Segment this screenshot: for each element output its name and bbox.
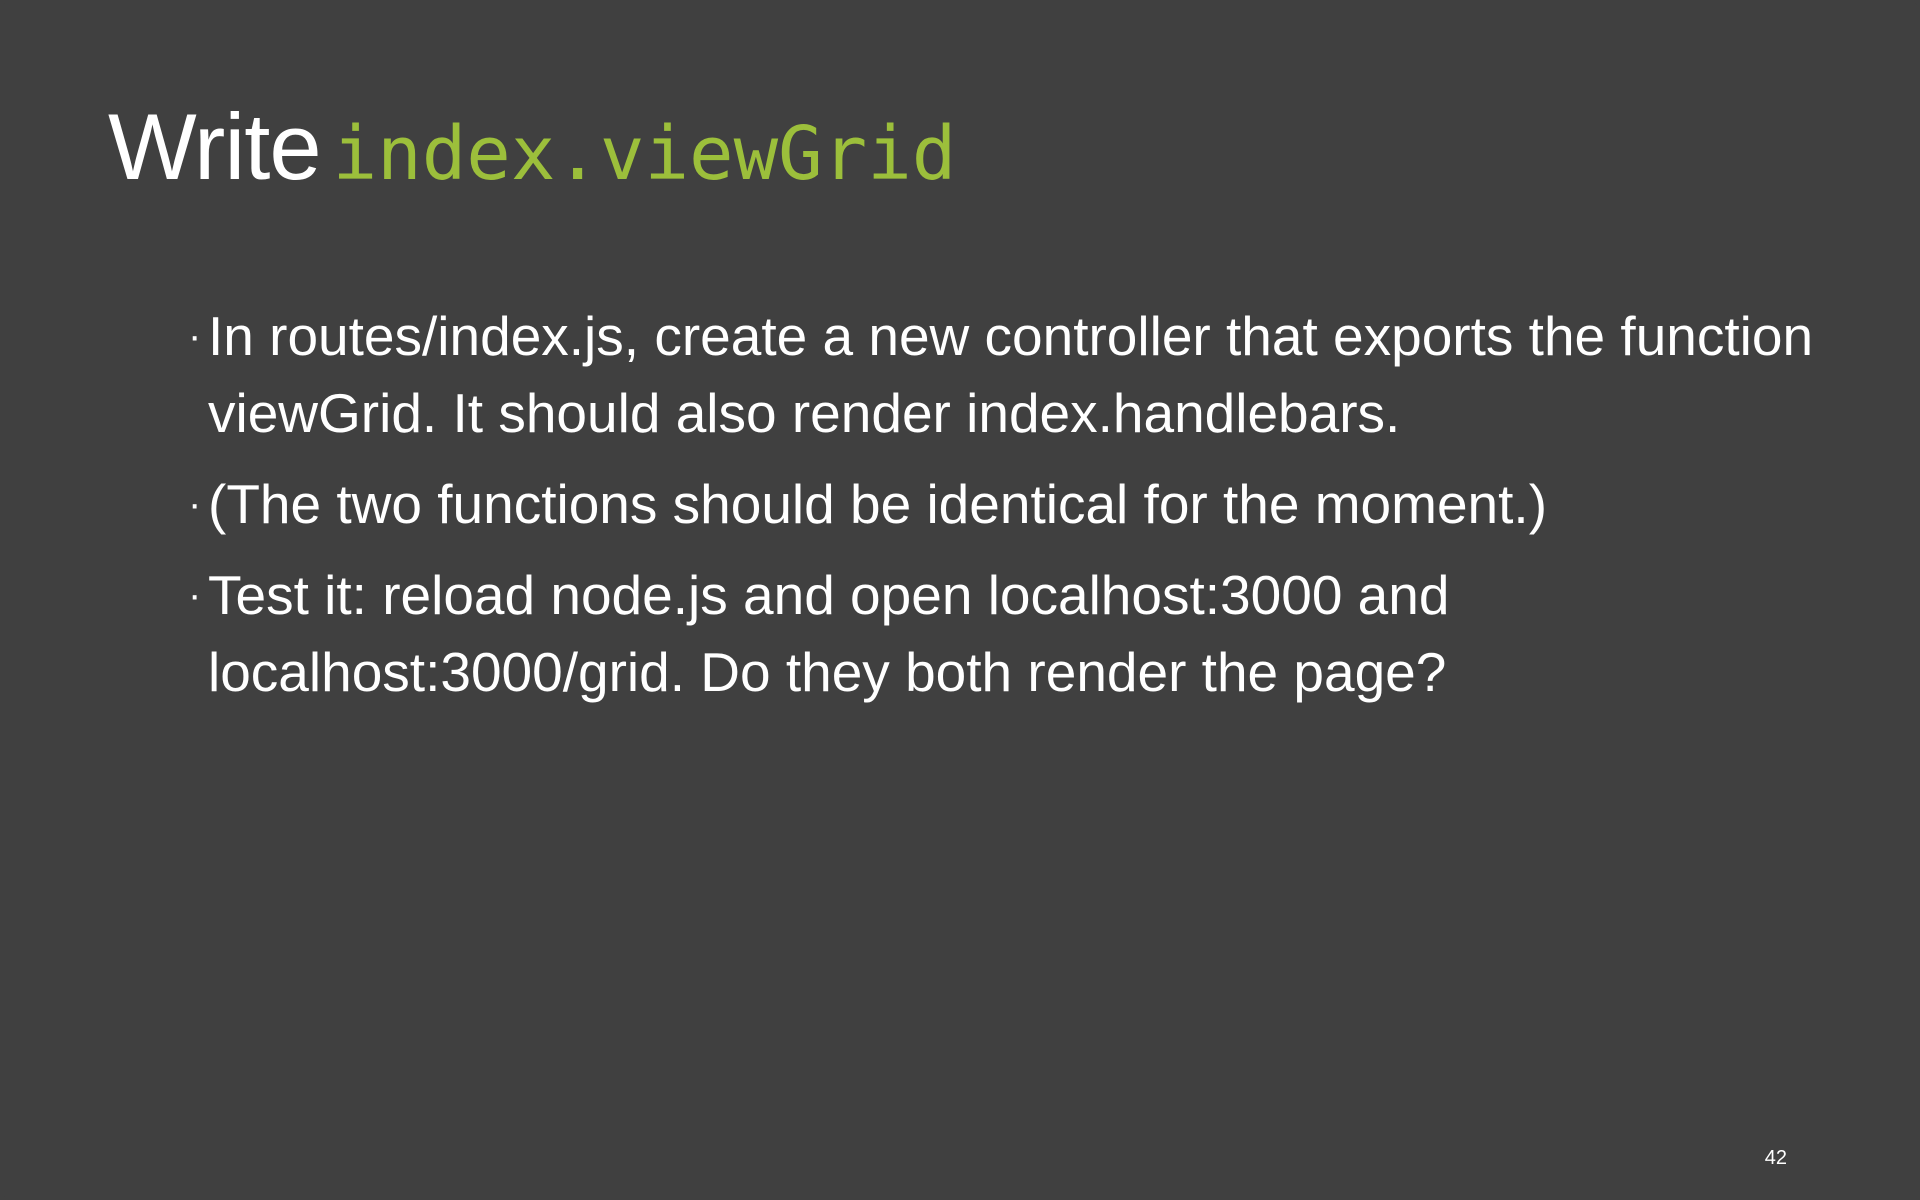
- bullet-marker: ·: [188, 314, 202, 358]
- bullet-text: (The two functions should be identical f…: [208, 473, 1548, 535]
- bullet-list: · In routes/index.js, create a new contr…: [188, 298, 1848, 725]
- bullet-item: · (The two functions should be identical…: [188, 466, 1848, 543]
- bullet-marker: ·: [188, 573, 202, 617]
- bullet-marker: ·: [188, 482, 202, 526]
- bullet-text: In routes/index.js, create a new control…: [208, 305, 1814, 444]
- bullet-item: · In routes/index.js, create a new contr…: [188, 298, 1848, 452]
- title-text: Write: [108, 94, 322, 199]
- title-code-text: index.viewGrid: [332, 111, 957, 197]
- presentation-slide: Write index.viewGrid · In routes/index.j…: [0, 0, 1920, 1200]
- slide-number: 42: [1764, 1147, 1787, 1169]
- bullet-item: · Test it: reload node.js and open local…: [188, 557, 1848, 711]
- bullet-text: Test it: reload node.js and open localho…: [208, 564, 1450, 703]
- slide-title: Write index.viewGrid: [108, 100, 956, 194]
